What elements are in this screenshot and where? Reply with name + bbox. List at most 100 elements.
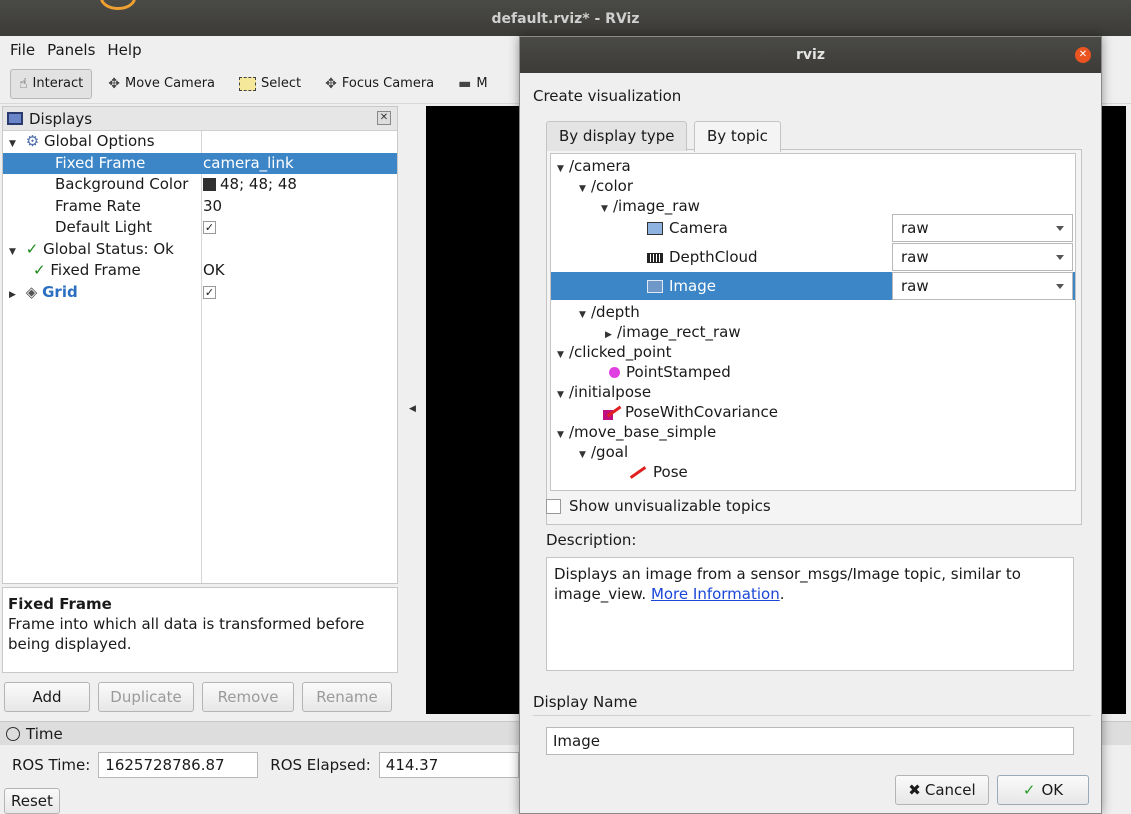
tree-item-depthcloud-display[interactable]: DepthCloud raw (551, 243, 1075, 271)
image-rect-raw-topic-label: /image_rect_raw (617, 323, 741, 341)
time-title: Time (26, 724, 63, 743)
depth-topic-label: /depth (591, 303, 640, 321)
default-light-label: Default Light (55, 218, 153, 236)
display-name-input[interactable]: Image (546, 727, 1074, 755)
global-options-label: Global Options (44, 132, 155, 150)
description-text: Frame into which all data is transformed… (8, 615, 365, 653)
tree-row-background-color[interactable]: Background Color 48; 48; 48 (3, 174, 397, 196)
grid-label: Grid (42, 282, 78, 301)
display-name-label: Display Name (533, 693, 638, 711)
default-light-checkbox[interactable]: ✓ (203, 221, 216, 234)
tree-item-color[interactable]: ▼/color (551, 176, 1075, 196)
rename-button[interactable]: Rename (302, 682, 392, 712)
tree-row-frame-rate[interactable]: Frame Rate 30 (3, 196, 397, 218)
ros-elapsed-label: ROS Elapsed: (270, 756, 371, 774)
tree-item-goal[interactable]: ▼/goal (551, 442, 1075, 462)
ros-time-field[interactable]: 1625728786.87 (98, 752, 259, 778)
tree-item-image-raw[interactable]: ▼/image_raw (551, 196, 1075, 216)
close-icon[interactable]: ✕ (1075, 47, 1091, 63)
grid-checkbox[interactable]: ✓ (203, 285, 216, 299)
more-information-link[interactable]: More Information (651, 585, 780, 603)
frame-rate-label: Frame Rate (55, 196, 141, 215)
tree-row-global-options[interactable]: ▼ ⚙ Global Options (3, 131, 397, 153)
select-tool-button[interactable]: Select (231, 69, 309, 99)
displays-panel: Displays ✕ ▼ ⚙ Global Options Fixed Fram… (2, 106, 398, 584)
tree-item-camera[interactable]: ▼/camera (551, 156, 1075, 176)
cancel-x-icon: ✖ (908, 781, 921, 799)
tab-by-display-type[interactable]: By display type (546, 121, 688, 151)
fixed-frame-value[interactable]: camera_link (203, 153, 294, 175)
hand-icon: ☝ (19, 75, 28, 92)
interact-tool-label: Interact (32, 76, 84, 91)
menu-file[interactable]: File (10, 41, 35, 59)
tree-item-camera-display[interactable]: Camera raw (551, 214, 1075, 242)
remove-button[interactable]: Remove (202, 682, 294, 712)
tree-item-depth[interactable]: ▼/depth (551, 302, 1075, 322)
menu-help[interactable]: Help (107, 41, 141, 59)
tree-item-pose-with-covariance[interactable]: PoseWithCovariance (551, 402, 1075, 422)
fixed-frame-label: Fixed Frame (55, 153, 146, 172)
tree-item-move-base-simple[interactable]: ▼/move_base_simple (551, 422, 1075, 442)
description-text: Displays an image from a sensor_msgs/Ima… (554, 565, 1021, 603)
tree-item-pose[interactable]: Pose (551, 462, 1075, 482)
tree-item-clicked-point[interactable]: ▼/clicked_point (551, 342, 1075, 362)
create-visualization-dialog: rviz ✕ Create visualization By display t… (519, 36, 1102, 814)
tree-row-default-light[interactable]: Default Light ✓ (3, 217, 397, 239)
pose-covariance-icon (603, 406, 619, 420)
select-box-icon (239, 76, 257, 91)
tree-row-fixed-frame[interactable]: Fixed Frame camera_link (3, 152, 397, 175)
frame-rate-value[interactable]: 30 (203, 196, 222, 218)
displays-buttons: Add Duplicate Remove Rename (4, 682, 392, 712)
focus-camera-tool-button[interactable]: ✥ Focus Camera (317, 69, 442, 99)
move-camera-tool-button[interactable]: ✥ Move Camera (100, 69, 223, 99)
show-unvisualizable-row: Show unvisualizable topics (546, 497, 771, 515)
panel-splitter[interactable]: ◀ (400, 106, 424, 714)
goal-topic-label: /goal (591, 443, 629, 461)
description-title: Fixed Frame (8, 595, 112, 613)
duplicate-button[interactable]: Duplicate (98, 682, 194, 712)
time-row: ROS Time: 1625728786.87 ROS Elapsed: 414… (12, 752, 519, 778)
point-icon (609, 367, 620, 378)
collapse-left-icon[interactable]: ◀ (409, 404, 416, 414)
tree-row-status-fixed-frame[interactable]: ✓ Fixed Frame OK (3, 260, 397, 282)
tree-row-grid[interactable]: ▶ ◈ Grid ✓ (3, 282, 397, 304)
color-topic-label: /color (591, 177, 633, 195)
tree-item-image-rect-raw[interactable]: ▶/image_rect_raw (551, 322, 1075, 342)
tree-row-global-status[interactable]: ▼ ✓ Global Status: Ok (3, 239, 397, 261)
measure-tool-button[interactable]: ▬ M (450, 69, 495, 99)
menu-panels[interactable]: Panels (47, 41, 95, 59)
move-base-simple-topic-label: /move_base_simple (569, 423, 717, 441)
ruler-icon: ▬ (458, 75, 472, 92)
description-period: . (779, 585, 785, 603)
interact-tool-button[interactable]: ☝ Interact (10, 68, 93, 99)
point-stamped-label: PointStamped (626, 363, 731, 381)
clock-icon (6, 726, 20, 741)
reset-button[interactable]: Reset (4, 788, 60, 814)
depthcloud-transport-select[interactable]: raw (892, 243, 1073, 271)
window-title: default.rviz* - RViz (491, 11, 640, 27)
tree-item-initialpose[interactable]: ▼/initialpose (551, 382, 1075, 402)
ros-time-label: ROS Time: (12, 756, 91, 774)
ros-elapsed-field[interactable]: 414.37 (378, 752, 519, 778)
image-display-label: Image (669, 277, 716, 295)
background-color-value[interactable]: 48; 48; 48 (220, 175, 297, 193)
camera-transport-select[interactable]: raw (892, 214, 1073, 242)
tab-by-topic[interactable]: By topic (694, 121, 781, 152)
add-button[interactable]: Add (4, 682, 90, 712)
ok-label: OK (1041, 781, 1064, 799)
displays-title: Displays (29, 109, 93, 128)
ok-button[interactable]: ✓ OK (997, 775, 1089, 805)
tree-item-point-stamped[interactable]: PointStamped (551, 362, 1075, 382)
rviz-logo-icon (100, 0, 136, 10)
pose-arrow-icon (629, 466, 647, 479)
tree-item-image-display[interactable]: Image raw (551, 272, 1075, 300)
close-panel-icon[interactable]: ✕ (377, 111, 391, 125)
description-box: Displays an image from a sensor_msgs/Ima… (546, 557, 1074, 671)
collapse-arrow-icon[interactable]: ▶ (9, 285, 21, 307)
image-transport-select[interactable]: raw (892, 272, 1073, 300)
displays-description: Fixed Frame Frame into which all data is… (2, 587, 398, 673)
show-unvisualizable-checkbox[interactable] (546, 498, 561, 514)
depthcloud-icon (647, 252, 663, 263)
color-swatch[interactable] (203, 178, 216, 191)
cancel-button[interactable]: ✖ Cancel (895, 775, 989, 805)
